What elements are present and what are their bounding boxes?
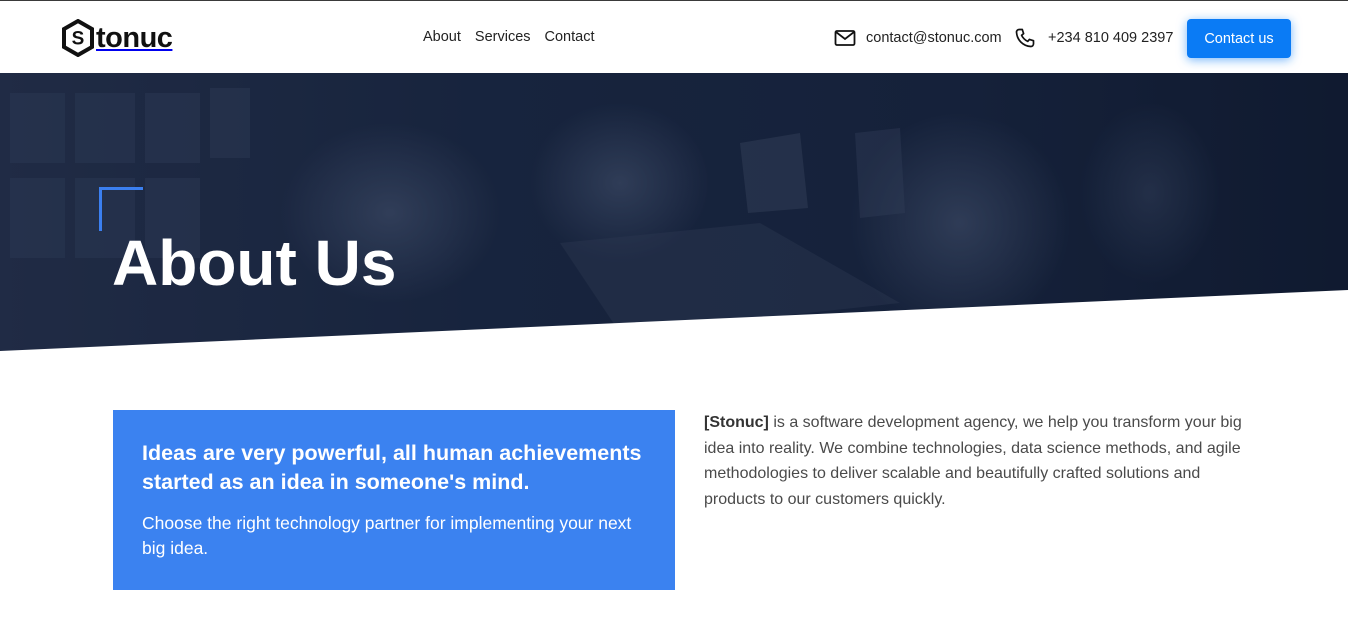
quote-card: Ideas are very powerful, all human achie… [113,410,675,590]
hero-banner: About Us [0,73,1348,351]
about-description: [Stonuc] is a software development agenc… [704,410,1244,512]
email-text: contact@stonuc.com [866,30,1002,46]
phone-contact[interactable]: +234 810 409 2397 [1014,27,1173,49]
main-nav: About Services Contact [423,27,595,47]
logo-letter: S [72,29,85,50]
logo-text: tonuc [96,22,173,54]
quote-card-subtitle: Choose the right technology partner for … [142,513,632,558]
company-tag: [Stonuc] [704,414,769,431]
about-body: is a software development agency, we hel… [704,414,1242,508]
site-header: S tonuc About Services Contact contact@s… [0,1,1348,73]
phone-text: +234 810 409 2397 [1048,30,1174,46]
hero-background-image [0,73,1348,351]
nav-link-about[interactable]: About [423,27,461,47]
nav-link-services[interactable]: Services [475,27,531,47]
phone-icon [1015,28,1035,48]
logo-hexagon-icon: S [62,19,94,57]
nav-link-contact[interactable]: Contact [545,27,595,47]
quote-card-title: Ideas are very powerful, all human achie… [142,441,642,494]
logo[interactable]: S tonuc [61,19,173,57]
page-title: About Us [112,227,397,299]
contact-us-button[interactable]: Contact us [1187,19,1291,58]
mail-icon [834,30,856,46]
email-contact[interactable]: contact@stonuc.com [834,27,1002,49]
